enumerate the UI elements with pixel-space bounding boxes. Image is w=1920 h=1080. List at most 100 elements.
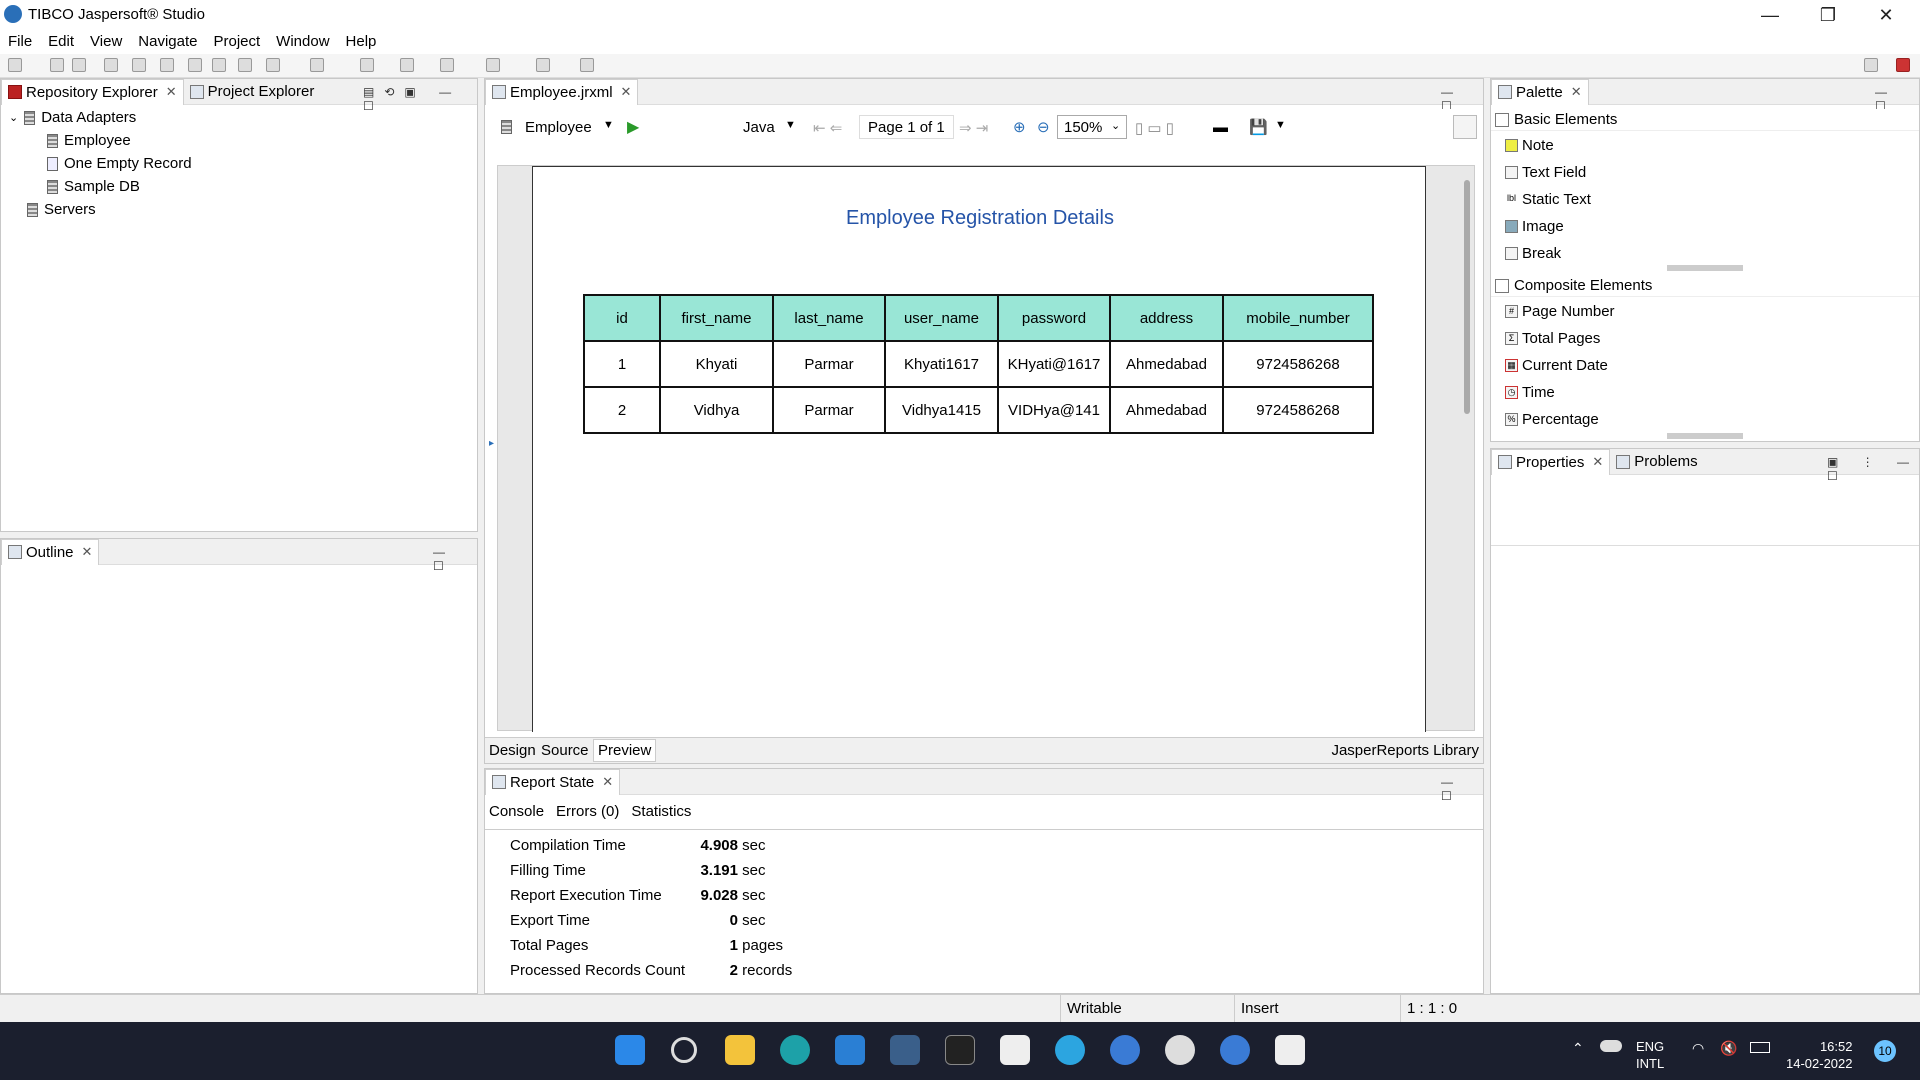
compile-icon[interactable] [188,58,202,72]
tab-report-state[interactable]: Report State ✕ [485,768,621,795]
toggle-sidebar-icon[interactable] [1453,115,1477,139]
save-report-icon[interactable]: 💾 [1249,118,1268,136]
tab-outline[interactable]: Outline ✕ [1,538,100,565]
palette-item-note[interactable]: Note [1505,137,1554,154]
app-icon[interactable] [890,1035,920,1065]
battery-icon[interactable] [1750,1042,1770,1053]
palette-item-page-number[interactable]: # Page Number [1505,303,1615,320]
code-icon[interactable] [1000,1035,1030,1065]
close-icon[interactable]: ✕ [1571,84,1582,100]
save-icon[interactable] [50,58,64,72]
prev-annotation-icon[interactable] [400,58,414,72]
jaspersoft-icon[interactable] [1110,1035,1140,1065]
chevron-up-icon[interactable]: ⌃ [1572,1040,1584,1057]
menu-help[interactable]: Help [338,30,385,54]
tree-item-one-empty-record[interactable]: One Empty Record [47,155,192,172]
tab-properties[interactable]: Properties ✕ [1491,448,1611,475]
menu-view[interactable]: View [82,30,130,54]
close-icon[interactable]: ✕ [602,774,613,790]
start-icon[interactable] [615,1035,645,1065]
close-button[interactable]: ✕ [1858,0,1914,30]
tab-employee-jrxml[interactable]: Employee.jrxml ✕ [485,78,639,105]
edge-icon[interactable] [780,1035,810,1065]
new-icon[interactable] [8,58,22,72]
palette-item-current-date[interactable]: ▦ Current Date [1505,357,1608,374]
file-explorer-icon[interactable] [725,1035,755,1065]
tree-item-sample-db[interactable]: Sample DB [47,178,140,195]
close-icon[interactable]: ✕ [166,84,177,100]
eclipse-icon[interactable] [1165,1035,1195,1065]
palette-item-static-text[interactable]: lbl Static Text [1505,191,1591,208]
language-select[interactable]: Java [743,119,775,136]
tab-project-explorer[interactable]: Project Explorer [184,79,321,105]
search-icon[interactable] [671,1037,697,1063]
code2-icon[interactable] [1275,1035,1305,1065]
view-toolbar-icons[interactable]: ▣ ⋮ — ☐ [1827,455,1919,483]
scroll-handle[interactable] [1667,265,1743,271]
minmax-icons[interactable]: — ☐ [1441,775,1483,803]
tree-item-employee[interactable]: Employee [47,132,131,149]
adapter-select[interactable]: Employee [525,119,592,136]
language-indicator[interactable]: ENG INTL [1636,1038,1664,1072]
vscode-icon[interactable] [835,1035,865,1065]
zoom-in-icon[interactable]: ⊕ [1013,118,1026,136]
run-icon[interactable] [266,58,280,72]
palette-item-percentage[interactable]: % Percentage [1505,411,1599,428]
open-perspective-icon[interactable] [1864,58,1878,72]
subtab-errors[interactable]: Errors (0) [556,803,619,820]
subtab-console[interactable]: Console [489,803,544,820]
tab-repository-explorer[interactable]: Repository Explorer ✕ [1,78,184,105]
edit-icon[interactable] [212,58,226,72]
scroll-handle[interactable] [1667,433,1743,439]
chevron-down-icon[interactable]: ⌄ [1111,119,1120,132]
collapse-arrow-icon[interactable]: ▸ [489,438,494,449]
onedrive-icon[interactable] [1600,1040,1622,1052]
notification-badge[interactable]: 10 [1874,1040,1896,1062]
menu-edit[interactable]: Edit [40,30,82,54]
next-annotation-icon[interactable] [360,58,374,72]
palette-item-break[interactable]: Break [1505,245,1561,262]
tool-icon[interactable] [310,58,324,72]
first-page-icon[interactable]: ⇤ ⇐ [813,119,842,137]
tab-palette[interactable]: Palette ✕ [1491,78,1589,105]
tab-problems[interactable]: Problems [1610,449,1703,475]
chevron-down-icon[interactable]: ⌄ [9,111,18,124]
tree-item-servers[interactable]: Servers [27,201,96,218]
restore-button[interactable]: ❐ [1800,0,1856,30]
publish-icon[interactable] [160,58,174,72]
next-page-icon[interactable]: ⇒ ⇥ [959,119,988,137]
menu-window[interactable]: Window [268,30,337,54]
view-toolbar-icons[interactable]: ▤⟲▣ — ☐ [363,85,477,113]
tab-source[interactable]: Source [541,742,589,759]
telegram-icon[interactable] [1055,1035,1085,1065]
menu-project[interactable]: Project [205,30,268,54]
undo-icon[interactable] [580,58,594,72]
close-icon[interactable]: ✕ [82,544,93,560]
palette-item-time[interactable]: ◷ Time [1505,384,1555,401]
binary-icon[interactable] [104,58,118,72]
palette-item-text-field[interactable]: Text Field [1505,164,1586,181]
back-icon[interactable] [440,58,454,72]
basic-elements-header[interactable]: Basic Elements [1491,109,1919,131]
mysql-icon[interactable] [945,1035,975,1065]
debug-icon[interactable] [132,58,146,72]
forward-icon[interactable] [486,58,500,72]
menu-navigate[interactable]: Navigate [130,30,205,54]
composite-elements-header[interactable]: Composite Elements [1491,275,1919,297]
close-icon[interactable]: ✕ [1592,454,1603,470]
menu-file[interactable]: File [0,30,40,54]
save-all-icon[interactable] [72,58,86,72]
export-icon[interactable]: ▬ [1213,119,1228,136]
volume-mute-icon[interactable]: 🔇 [1720,1040,1737,1057]
tree-item-data-adapters[interactable]: ⌄ Data Adapters [9,109,136,126]
chevron-down-icon[interactable]: ▼ [1275,119,1286,131]
palette-item-total-pages[interactable]: Σ Total Pages [1505,330,1600,347]
palette-item-image[interactable]: Image [1505,218,1564,235]
chevron-down-icon[interactable]: ▼ [603,119,614,131]
fit-page-icons[interactable]: ▯ ▭ ▯ [1135,119,1174,137]
subtab-statistics[interactable]: Statistics [631,803,691,820]
run-report-icon[interactable]: ▶ [627,117,639,137]
pin-icon[interactable] [536,58,550,72]
tab-preview[interactable]: Preview [593,739,657,762]
db-icon[interactable] [238,58,252,72]
